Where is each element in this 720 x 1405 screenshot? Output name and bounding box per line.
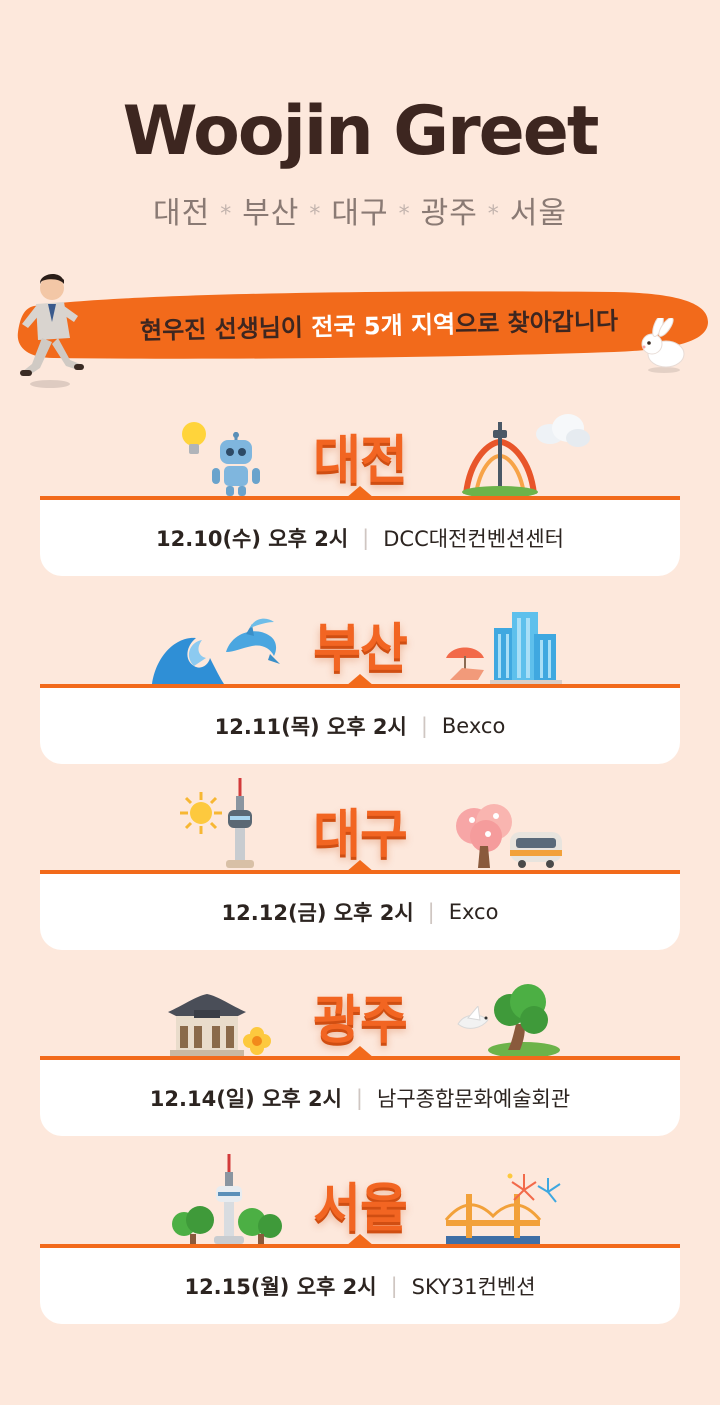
expo-tower-icon bbox=[462, 422, 538, 496]
divider: | bbox=[427, 900, 435, 924]
event-card: 12.15(월) 오후 2시 | SKY31컨벤션 bbox=[40, 1248, 680, 1324]
divider: | bbox=[420, 714, 428, 738]
event-date: 12.11(목) 오후 2시 bbox=[214, 715, 407, 739]
beach-chair-icon bbox=[446, 647, 484, 680]
event-card: 12.10(수) 오후 2시 | DCC대전컨벤션센터 bbox=[40, 500, 680, 576]
city-headline: 서울 bbox=[313, 1179, 408, 1239]
event-venue: Bexco bbox=[441, 714, 506, 738]
city-headline: 대구 bbox=[313, 805, 408, 865]
event-venue: Exco bbox=[448, 900, 499, 924]
city-busan: 부산 bbox=[242, 196, 300, 231]
tour-banner: 현우진 선생님이 전국 5개 지역으로 찾아갑니다 bbox=[14, 288, 710, 362]
skyscraper-icon bbox=[490, 612, 562, 684]
event-card: 12.11(목) 오후 2시 | Bexco bbox=[40, 688, 680, 764]
city-headline: 부산 bbox=[313, 619, 408, 679]
rabbit-icon bbox=[641, 318, 685, 373]
banner-text-part2: 으로 찾아갑니다 bbox=[454, 306, 619, 339]
event-card: 12.14(일) 오후 2시 | 남구종합문화예술회관 bbox=[40, 1060, 680, 1136]
banner-text-part1: 현우진 선생님이 bbox=[139, 313, 312, 346]
page-title: Woojin Greet bbox=[122, 92, 600, 171]
divider: | bbox=[355, 1086, 363, 1110]
city-daegu: 대구 bbox=[331, 196, 389, 231]
city-headline: 광주 bbox=[313, 991, 408, 1051]
tree-icon bbox=[488, 984, 560, 1056]
event-date: 12.12(금) 오후 2시 bbox=[221, 901, 414, 925]
separator-icon: * bbox=[309, 202, 322, 227]
separator-icon: * bbox=[487, 202, 500, 227]
event-date: 12.15(월) 오후 2시 bbox=[184, 1275, 377, 1299]
banner-text-highlight: 전국 5개 지역 bbox=[311, 310, 456, 342]
event-date: 12.10(수) 오후 2시 bbox=[156, 527, 349, 551]
train-icon bbox=[510, 832, 562, 868]
city-daejeon: 대전 bbox=[152, 196, 211, 231]
separator-icon: * bbox=[220, 202, 233, 227]
event-date: 12.14(일) 오후 2시 bbox=[149, 1087, 342, 1111]
running-teacher-icon bbox=[20, 274, 84, 388]
divider: | bbox=[362, 526, 370, 550]
separator-icon: * bbox=[398, 202, 411, 227]
cloud-icon bbox=[536, 414, 590, 447]
city-gwangju: 광주 bbox=[420, 196, 478, 231]
event-venue: DCC대전컨벤션센터 bbox=[383, 527, 564, 551]
event-venue: 남구종합문화예술회관 bbox=[377, 1087, 571, 1111]
city-seoul: 서울 bbox=[509, 196, 567, 231]
event-venue: SKY31컨벤션 bbox=[411, 1275, 536, 1299]
divider: | bbox=[390, 1274, 398, 1298]
city-list: 대전 * 부산 * 대구 * 광주 * 서울 bbox=[0, 188, 720, 232]
fireworks-icon bbox=[507, 1173, 561, 1203]
event-card: 12.12(금) 오후 2시 | Exco bbox=[40, 874, 680, 950]
